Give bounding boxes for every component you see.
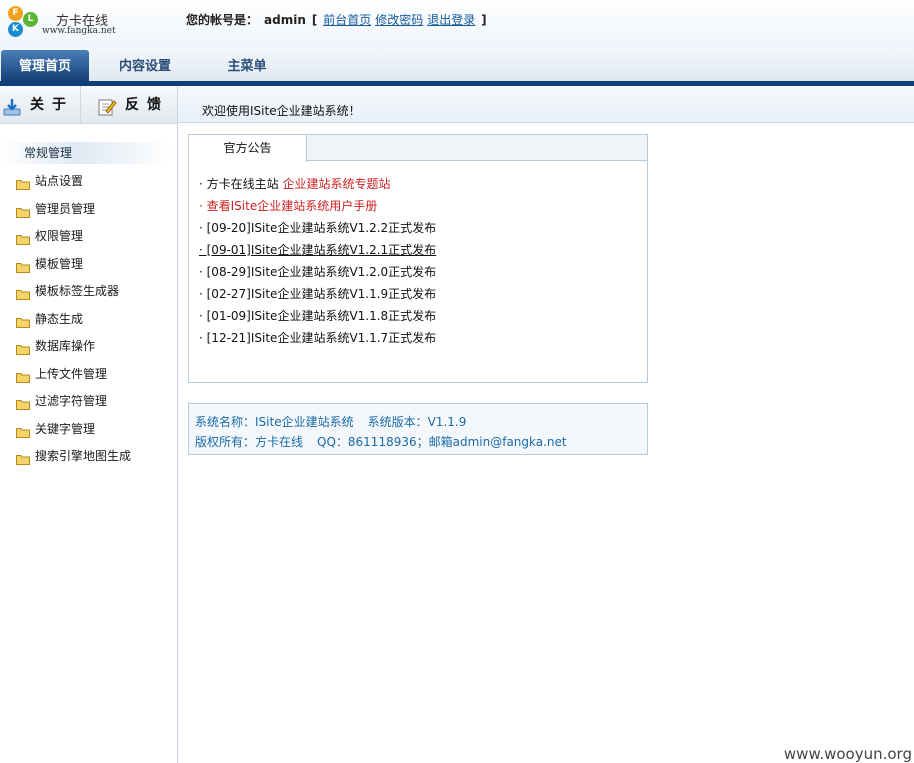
sidebar-item-template-management[interactable]: 模板管理 [16,253,131,281]
sidebar-item-label: 搜索引擎地图生成 [35,449,132,463]
sidebar-item-site-settings[interactable]: 站点设置 [16,170,131,198]
copyright: 版权所有：方卡在线 [195,435,304,449]
topic-site-link[interactable]: 企业建站系统专题站 [282,177,390,191]
folder-icon [16,450,30,465]
about-button[interactable]: 关于 [0,86,78,124]
top-nav: 管理首页 内容设置 主菜单 [0,48,914,82]
logo-letter-l: L [23,12,38,27]
sidebar-buttons: 关于 反馈 [0,86,177,124]
notice-item-text[interactable]: · [09-20]ISite企业建站系统V1.2.2正式发布 [199,221,436,235]
folder-icon [16,230,30,245]
notice-item-text[interactable]: · [09-01]ISite企业建站系统V1.2.1正式发布 [199,243,436,257]
logo-url: www.fangka.net [42,26,116,36]
folder-icon [16,340,30,355]
system-name: 系统名称：ISite企业建站系统 [195,415,354,429]
sidebar-item-label: 上传文件管理 [35,366,108,381]
notice-panel: 官方公告 · 方卡在线主站 企业建站系统专题站 · 查看ISite企业建站系统用… [188,134,648,383]
notice-header: 官方公告 [189,135,647,162]
header: F L K 方卡在线 www.fangka.net 您的帐号是： admin[ 前… [0,0,914,48]
sidebar-item-label: 模板标签生成器 [35,284,120,298]
edit-icon [97,94,117,116]
notice-item-prefix: · 方卡在线主站 [199,177,283,191]
notice-item: · 方卡在线主站 企业建站系统专题站 [199,173,436,195]
sidebar-item-upload-management[interactable]: 上传文件管理 [16,363,131,391]
folder-icon [16,285,30,300]
notice-item[interactable]: · [08-29]ISite企业建站系统V1.2.0正式发布 [199,261,436,283]
frontend-home-link[interactable]: 前台首页 [323,13,371,27]
logo-letter-f: F [8,6,23,21]
sidebar-item-keyword-management[interactable]: 关键字管理 [16,418,131,446]
sidebar-item-database-operations[interactable]: 数据库操作 [16,335,131,363]
notice-item[interactable]: · [09-01]ISite企业建站系统V1.2.1正式发布 [199,239,436,261]
system-info-line: 系统名称：ISite企业建站系统 系统版本：V1.1.9 [195,413,466,430]
account-bar: 您的帐号是： admin [ 前台首页 修改密码 退出登录 ] [186,11,487,28]
folder-icon [16,423,30,438]
sidebar-item-label: 数据库操作 [35,339,96,353]
account-label: 您的帐号是： [186,13,259,27]
notice-item-text[interactable]: · [08-29]ISite企业建站系统V1.2.0正式发布 [199,265,436,279]
welcome-text: 欢迎使用ISite企业建站系统！ [202,104,361,118]
notice-item[interactable]: · [01-09]ISite企业建站系统V1.1.8正式发布 [199,305,436,327]
folder-icon [16,258,30,273]
watermark: www.wooyun.org [783,745,912,763]
sidebar-item-label: 过滤字符管理 [35,394,108,408]
system-version: 系统版本：V1.1.9 [367,415,467,429]
about-button-label: 关于 [30,97,74,113]
sidebar-item-label: 关键字管理 [35,421,96,436]
sidebar-item-sitemap-generator[interactable]: 搜索引擎地图生成 [16,445,131,473]
notice-item-text[interactable]: · [01-09]ISite企业建站系统V1.1.8正式发布 [199,309,436,323]
notice-item[interactable]: · [09-20]ISite企业建站系统V1.2.2正式发布 [199,217,436,239]
folder-icon [16,368,30,383]
account-username: admin [264,13,306,27]
sidebar-item-filter-words[interactable]: 过滤字符管理 [16,390,131,418]
tab-content-settings[interactable]: 内容设置 [102,48,188,82]
folder-icon [16,313,30,328]
folder-icon [16,395,30,410]
sidebar: 关于 反馈 常规管理 站点设置 管理员管理 权限管理 模板管理 模板标签生成器 … [0,86,178,763]
sidebar-item-permission-management[interactable]: 权限管理 [16,225,131,253]
user-manual-link[interactable]: · 查看ISite企业建站系统用户手册 [199,199,377,213]
sidebar-item-label: 静态生成 [35,311,84,326]
notice-item[interactable]: · [12-21]ISite企业建站系统V1.1.7正式发布 [199,327,436,349]
notice-item-text[interactable]: · [12-21]ISite企业建站系统V1.1.7正式发布 [199,331,436,345]
notice-list: · 方卡在线主站 企业建站系统专题站 · 查看ISite企业建站系统用户手册 ·… [199,173,436,349]
section-title-general[interactable]: 常规管理 [0,142,172,164]
copyright-line: 版权所有：方卡在线 QQ：861118936；邮箱admin@fangka.net [195,433,567,450]
change-password-link[interactable]: 修改密码 [375,13,423,27]
sidebar-item-static-generation[interactable]: 静态生成 [16,308,131,336]
sidebar-item-admin-management[interactable]: 管理员管理 [16,198,131,226]
logo-letter-k: K [8,22,23,37]
notice-item-text[interactable]: · [02-27]ISite企业建站系统V1.1.9正式发布 [199,287,436,301]
tab-main-menu[interactable]: 主菜单 [212,48,282,82]
feedback-button[interactable]: 反馈 [80,86,177,124]
download-icon [2,94,22,116]
main-content: 欢迎使用ISite企业建站系统！ 官方公告 · 方卡在线主站 企业建站系统专题站… [178,86,914,763]
feedback-button-label: 反馈 [125,97,169,113]
fangka-logo[interactable]: F L K [6,6,42,40]
sidebar-item-label: 模板管理 [35,256,84,271]
sidebar-item-label: 站点设置 [35,174,84,188]
welcome-bar: 欢迎使用ISite企业建站系统！ [178,86,914,123]
folder-icon [16,203,30,218]
folder-icon [16,175,30,190]
contact-info: QQ：861118936；邮箱admin@fangka.net [317,435,567,449]
bracket-open: [ [311,13,318,27]
notice-item[interactable]: · [02-27]ISite企业建站系统V1.1.9正式发布 [199,283,436,305]
notice-item[interactable]: · 查看ISite企业建站系统用户手册 [199,195,436,217]
sidebar-item-template-tag-generator[interactable]: 模板标签生成器 [16,280,131,308]
sidebar-item-label: 管理员管理 [35,201,96,216]
sidebar-item-label: 权限管理 [35,229,84,243]
bracket-close: ] [481,13,487,27]
sidebar-menu: 站点设置 管理员管理 权限管理 模板管理 模板标签生成器 静态生成 数据库操作 … [16,170,131,473]
logout-link[interactable]: 退出登录 [427,13,475,27]
tab-admin-home[interactable]: 管理首页 [1,50,89,82]
tab-official-notice[interactable]: 官方公告 [189,135,307,162]
system-info-panel: 系统名称：ISite企业建站系统 系统版本：V1.1.9 版权所有：方卡在线 QQ：… [188,403,648,455]
